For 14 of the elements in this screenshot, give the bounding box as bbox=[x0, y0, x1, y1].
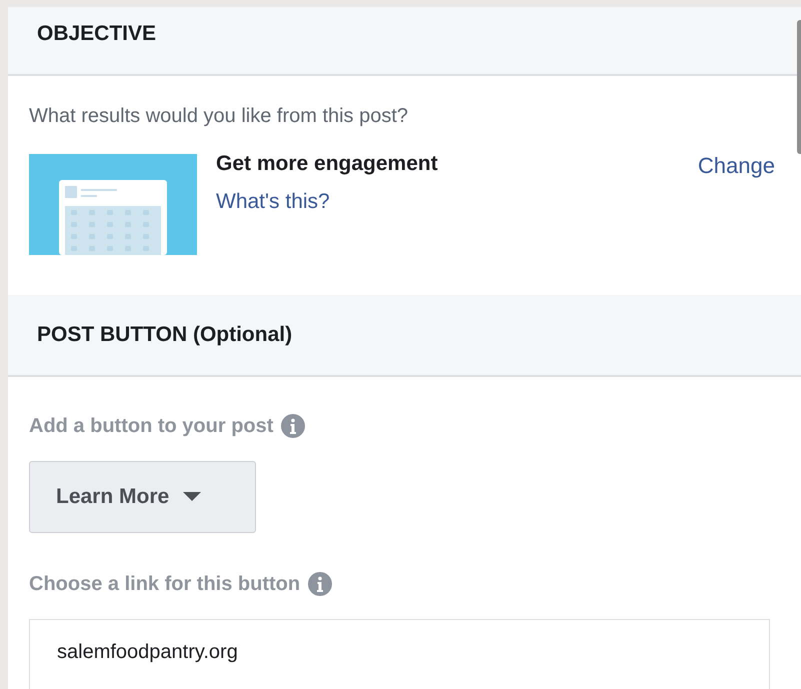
field-label: Add a button to your post bbox=[29, 414, 274, 439]
field-label: Choose a link for this button bbox=[29, 572, 300, 597]
scrollbar-thumb[interactable] bbox=[797, 20, 801, 154]
whats-this-link[interactable]: What's this? bbox=[216, 190, 330, 214]
caret-icon bbox=[183, 492, 202, 502]
info-icon[interactable] bbox=[281, 414, 306, 438]
link-input-field[interactable]: salemfoodpantry.org bbox=[29, 619, 770, 689]
objective-name: Get more engagement bbox=[216, 152, 439, 176]
prompt-text: What results would you like from this post? bbox=[29, 104, 410, 128]
section-title: POST BUTTON (Optional) bbox=[37, 322, 292, 348]
button-type-dropdown[interactable]: Learn More bbox=[29, 461, 256, 533]
section-title: OBJECTIVE bbox=[37, 20, 156, 47]
info-icon[interactable] bbox=[308, 572, 332, 596]
change-link[interactable]: Change bbox=[698, 154, 775, 178]
